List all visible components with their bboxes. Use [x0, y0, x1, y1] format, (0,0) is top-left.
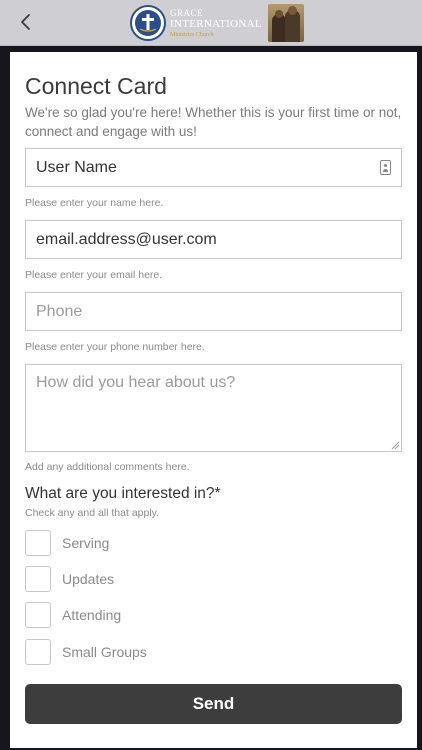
connect-card-form: Connect Card We're so glad you're here! …	[10, 52, 417, 748]
logo-line-3: Ministries Church	[170, 31, 214, 38]
interest-option-attending[interactable]: Attending	[25, 602, 121, 628]
updates-checkbox[interactable]	[25, 566, 51, 592]
interest-option-small-groups[interactable]: Small Groups	[25, 639, 147, 665]
serving-checkbox[interactable]	[25, 530, 51, 556]
logo-line-1: GRACE	[170, 7, 204, 18]
comments-field[interactable]	[25, 364, 402, 452]
chevron-left-icon	[21, 14, 30, 30]
interest-option-label: Updates	[62, 571, 115, 587]
page-subtitle: We're so glad you're here! Whether this …	[25, 105, 402, 139]
interest-option-label: Small Groups	[62, 644, 147, 660]
interest-option-label: Attending	[62, 607, 122, 623]
page-title: Connect Card	[25, 73, 167, 99]
logo-wordmark: GRACE INTERNATIONAL Ministries Church	[170, 7, 262, 38]
top-navigation-bar: GRACE INTERNATIONAL Ministries Church	[0, 0, 422, 46]
small-groups-checkbox[interactable]	[25, 639, 51, 665]
email-field[interactable]	[25, 220, 402, 259]
comments-help-text: Add any additional comments here.	[25, 461, 190, 473]
phone-field[interactable]	[25, 292, 402, 331]
interests-hint: Check any and all that apply.	[25, 507, 160, 519]
phone-input[interactable]	[26, 293, 401, 330]
resize-grip-icon[interactable]	[391, 441, 399, 449]
email-input[interactable]	[26, 221, 401, 258]
pastors-photo	[267, 4, 304, 42]
attending-checkbox[interactable]	[25, 602, 51, 628]
church-seal-icon	[130, 5, 166, 41]
send-button[interactable]: Send	[25, 684, 402, 724]
email-help-text: Please enter your email here.	[25, 269, 163, 281]
interest-option-label: Serving	[62, 535, 110, 551]
back-button[interactable]	[14, 9, 40, 35]
logo-line-2: INTERNATIONAL	[170, 17, 262, 30]
phone-help-text: Please enter your phone number here.	[25, 341, 205, 353]
interest-option-updates[interactable]: Updates	[25, 566, 114, 592]
contact-card-icon[interactable]	[380, 160, 391, 175]
name-help-text: Please enter your name here.	[25, 197, 164, 209]
interests-question: What are you interested in?*	[25, 485, 221, 502]
name-field[interactable]	[25, 148, 402, 187]
name-input[interactable]	[26, 149, 401, 186]
interest-option-serving[interactable]: Serving	[25, 530, 109, 556]
comments-textarea[interactable]	[26, 365, 401, 451]
church-logo: GRACE INTERNATIONAL Ministries Church	[130, 3, 304, 43]
